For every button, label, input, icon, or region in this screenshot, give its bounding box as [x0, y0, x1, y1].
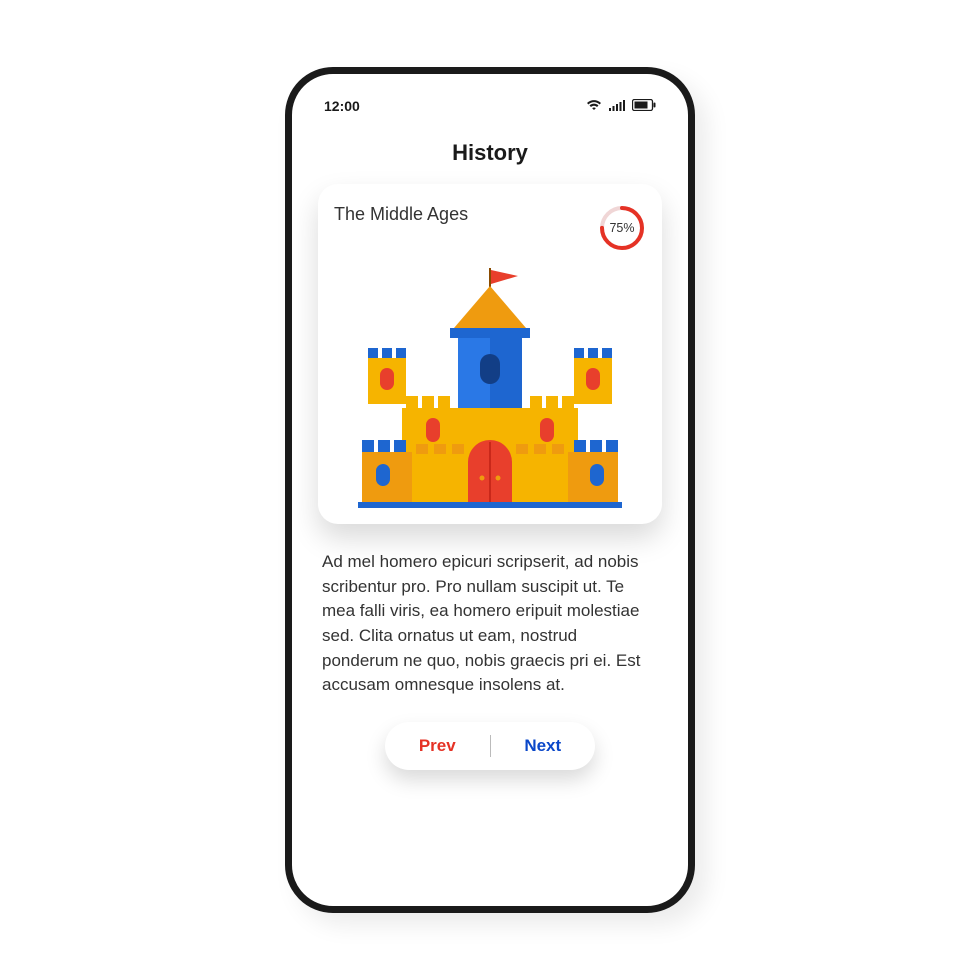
lesson-card[interactable]: The Middle Ages 75%	[318, 184, 662, 524]
wifi-icon	[586, 98, 602, 114]
status-time: 12:00	[324, 98, 360, 114]
status-bar: 12:00	[318, 98, 662, 132]
castle-icon	[350, 262, 630, 512]
nav-pill: Prev Next	[385, 722, 595, 770]
progress-ring: 75%	[598, 204, 646, 252]
next-button[interactable]: Next	[491, 726, 596, 766]
castle-illustration	[334, 262, 646, 512]
page-title: History	[318, 140, 662, 166]
signal-icon	[609, 98, 625, 114]
progress-label: 75%	[609, 221, 634, 235]
prev-button[interactable]: Prev	[385, 726, 490, 766]
card-header: The Middle Ages 75%	[334, 204, 646, 252]
lesson-body-text: Ad mel homero epicuri scripserit, ad nob…	[322, 550, 658, 698]
card-title: The Middle Ages	[334, 204, 468, 225]
battery-icon	[632, 98, 656, 114]
status-indicators	[586, 98, 656, 114]
phone-frame: 12:00 History The Middle Ages 75%	[285, 67, 695, 913]
